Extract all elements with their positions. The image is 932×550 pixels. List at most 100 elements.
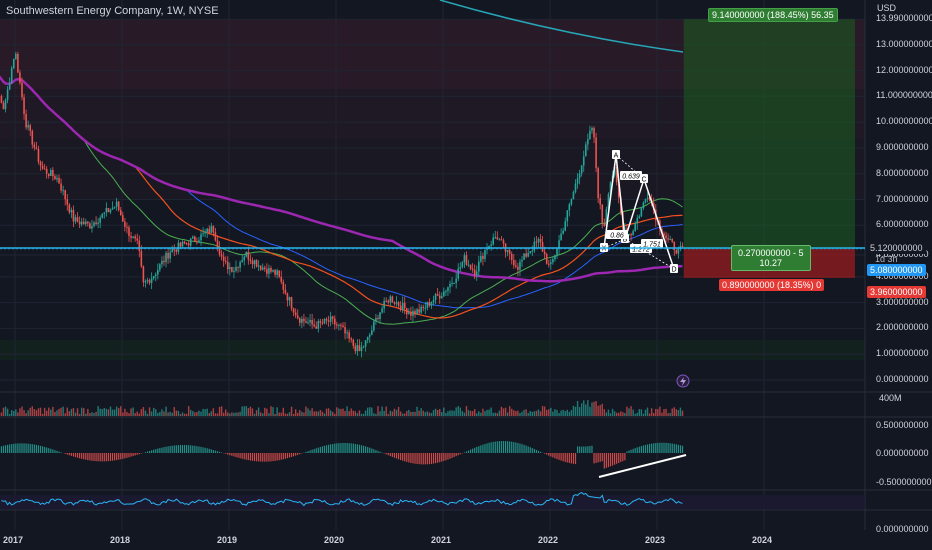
candle-body: [101, 213, 104, 218]
chart-title: Southwestern Energy Company, 1W, NYSE: [6, 5, 219, 17]
macd-bar: [490, 442, 492, 453]
candle-body: [224, 260, 227, 262]
macd-bar: [9, 444, 11, 453]
volume-bar: [620, 411, 622, 416]
volume-bar: [136, 411, 138, 416]
volume-bar: [595, 401, 597, 416]
volume-bar: [321, 411, 324, 416]
candle-body: [482, 256, 484, 259]
macd-bar: [484, 443, 486, 453]
candle-body: [144, 281, 147, 283]
macd-bar: [616, 453, 618, 464]
macd-bar: [85, 453, 87, 460]
volume-bar: [416, 406, 418, 416]
volume-bar: [496, 413, 499, 416]
volume-bar: [294, 409, 297, 416]
candle-body: [52, 169, 54, 177]
volume-bar: [70, 408, 73, 416]
macd-bar: [509, 441, 511, 453]
y-tick-label: 2.000000000: [876, 322, 929, 333]
volume-bar: [626, 406, 628, 416]
macd-bar: [216, 451, 219, 453]
candle-body: [531, 250, 534, 252]
macd-bar: [17, 443, 19, 453]
volume-bar: [297, 412, 299, 416]
candle-body: [191, 236, 194, 239]
macd-bar: [659, 442, 661, 453]
candle-body: [319, 321, 322, 323]
volume-bar: [155, 409, 157, 416]
volume-bar: [428, 412, 431, 416]
macd-bar: [395, 453, 398, 459]
volume-bar: [329, 410, 332, 416]
macd-bar: [548, 453, 550, 456]
volume-bar: [543, 406, 546, 416]
macd-bar: [601, 453, 603, 462]
macd-bar: [148, 450, 151, 453]
macd-bar: [309, 450, 311, 453]
macd-bar: [599, 453, 601, 462]
candle-body: [348, 332, 350, 339]
macd-bar: [667, 443, 669, 453]
candle-body: [257, 265, 260, 267]
macd-bar: [498, 441, 500, 453]
volume-bar: [262, 413, 264, 416]
macd-bar: [447, 453, 449, 460]
candle-body: [140, 250, 143, 267]
candle-body: [74, 217, 77, 222]
volume-bar: [533, 411, 536, 416]
candle-body: [418, 309, 420, 313]
candle-body: [6, 89, 9, 100]
macd-bar: [451, 453, 453, 458]
volume-bar: [303, 412, 305, 416]
stop-label: 0.890000000 (18.35%) 0: [719, 279, 825, 291]
candle-body: [103, 212, 106, 214]
macd-bar: [663, 442, 665, 453]
volume-bar: [636, 412, 638, 416]
candle-body: [80, 221, 83, 225]
volume-bar: [399, 411, 402, 416]
candle-body: [266, 269, 268, 274]
candle-body: [480, 256, 482, 262]
macd-bar: [171, 445, 173, 453]
volume-bar: [445, 412, 447, 416]
candle-body: [640, 208, 643, 217]
macd-bar: [190, 445, 192, 453]
volume-bar: [259, 412, 262, 416]
macd-bar: [157, 448, 159, 453]
macd-bar: [624, 453, 626, 461]
candle-body: [148, 280, 151, 283]
macd-bar: [515, 442, 517, 453]
volume-bar: [325, 408, 328, 416]
volume-bar: [124, 408, 126, 416]
x-tick-label: 2024: [752, 535, 773, 545]
candle-body: [35, 147, 38, 149]
macd-bar: [293, 453, 295, 457]
candle-body: [231, 266, 233, 272]
target-zone: [683, 19, 855, 250]
macd-tick-label: 0.000000000: [876, 448, 929, 458]
macd-bar: [124, 453, 126, 459]
macd-bar: [122, 453, 124, 459]
macd-bar: [507, 441, 509, 453]
macd-bar: [272, 453, 274, 462]
x-tick-label: 2022: [538, 535, 559, 545]
macd-bar: [539, 451, 542, 453]
candle-body: [443, 291, 445, 297]
volume-bar: [68, 411, 71, 416]
macd-bar: [81, 453, 83, 459]
macd-bar: [239, 453, 241, 459]
volume-bar: [597, 405, 599, 416]
volume-bar: [603, 409, 606, 416]
volume-bar: [13, 411, 15, 416]
volume-bar: [352, 410, 354, 416]
macd-bar: [163, 447, 165, 453]
candle-body: [453, 282, 455, 284]
candle-body: [97, 222, 99, 225]
candle-body: [130, 236, 132, 238]
volume-bar: [317, 411, 320, 416]
candle-body: [385, 300, 388, 302]
candle-body: [331, 316, 334, 319]
y-tick-label: 8.000000000: [876, 167, 929, 178]
volume-bar: [78, 413, 81, 416]
